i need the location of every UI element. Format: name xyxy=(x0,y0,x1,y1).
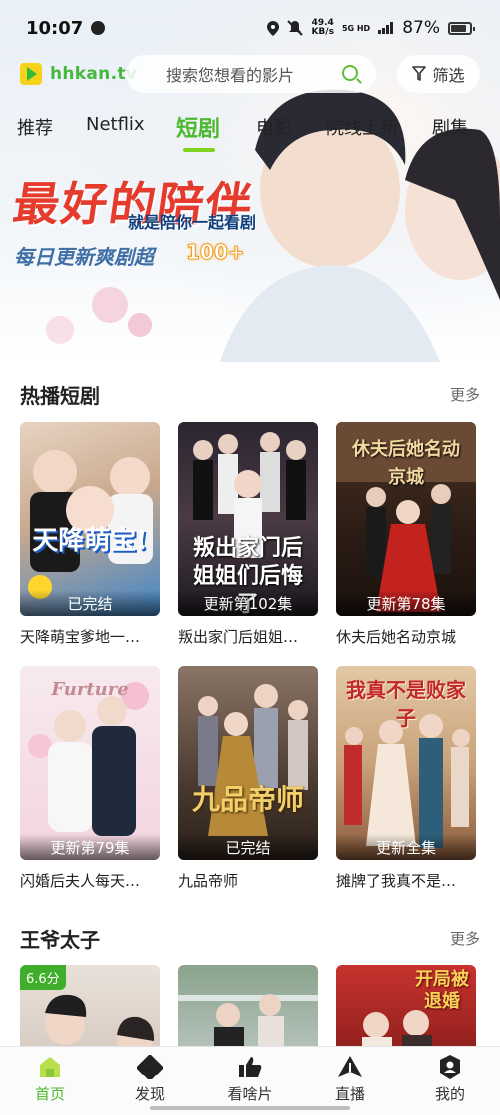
nav-home[interactable]: 首页 xyxy=(20,1055,80,1104)
drama-card[interactable]: Furture 更新第79集 闪婚后夫人每天… xyxy=(20,666,160,891)
search-input[interactable]: 搜索您想看的影片 xyxy=(126,55,376,93)
nav-what-to-watch[interactable]: 看啥片 xyxy=(220,1055,280,1104)
poster: Furture 更新第79集 xyxy=(20,666,160,860)
nav-discover[interactable]: 发现 xyxy=(120,1055,180,1104)
banner-daily-text: 每日更新爽剧超 xyxy=(14,245,154,269)
filter-icon xyxy=(412,66,427,81)
discover-icon xyxy=(137,1055,163,1079)
nav-label: 发现 xyxy=(134,1085,165,1103)
poster-caption: 我真不是败家子 xyxy=(346,678,466,730)
status-badge: 已完结 xyxy=(178,834,318,860)
section-title: 王爷太子 xyxy=(20,928,100,952)
timer-icon xyxy=(91,21,106,35)
thumbs-up-icon xyxy=(239,1057,262,1077)
mute-bell-icon xyxy=(287,20,304,36)
status-badge: 已完结 xyxy=(20,590,160,616)
poster xyxy=(178,965,318,1055)
filter-button[interactable]: 筛选 xyxy=(397,55,480,93)
poster: 我真不是败家子 更新全集 xyxy=(336,666,476,860)
signal-icon xyxy=(378,22,394,34)
tab-movie[interactable]: 电影 xyxy=(256,114,292,140)
logo-text: hhkan.tv xyxy=(50,64,138,84)
app-header: hhkan.tv 搜索您想看的影片 筛选 xyxy=(0,55,500,95)
drama-card[interactable]: 我真不是败家子 更新全集 摊牌了我真不是… xyxy=(336,666,476,891)
status-bar: 10:07 49.4 KB/s 5G HD 87% xyxy=(0,0,500,56)
more-link[interactable]: 更多 xyxy=(450,928,480,949)
tab-recommend[interactable]: 推荐 xyxy=(17,114,53,140)
filter-label: 筛选 xyxy=(432,66,465,85)
category-tabs: 推荐 Netflix 短剧 电影 院线上新 剧集 xyxy=(0,108,500,154)
card-title: 闪婚后夫人每天… xyxy=(20,872,141,890)
poster: 叛出家门后姐姐们后悔了 更新第102集 xyxy=(178,422,318,616)
nav-label: 看啥片 xyxy=(227,1085,273,1103)
nav-label: 我的 xyxy=(434,1085,465,1103)
search-icon xyxy=(342,65,358,81)
card-title: 九品帝师 xyxy=(178,872,239,890)
status-badge: 更新全集 xyxy=(336,834,476,860)
status-time: 10:07 xyxy=(26,17,84,39)
drama-card[interactable]: 6.6分 xyxy=(20,965,160,1055)
home-icon xyxy=(40,1057,60,1077)
poster: 天降萌宝! 已完结 xyxy=(20,422,160,616)
banner-count: 100+ xyxy=(186,240,245,265)
net-speed: 49.4 KB/s xyxy=(311,18,334,37)
status-right: 49.4 KB/s 5G HD 87% xyxy=(267,18,475,38)
nav-profile[interactable]: 我的 xyxy=(420,1055,480,1104)
card-title: 休夫后她名动京城 xyxy=(336,628,457,646)
profile-icon xyxy=(440,1055,460,1079)
tab-short-drama[interactable]: 短剧 xyxy=(176,111,220,143)
poster-caption: 天降萌宝! xyxy=(32,526,148,556)
network-badge: 5G HD xyxy=(341,23,371,33)
bottom-nav: 首页 发现 看啥片 直播 我的 xyxy=(0,1046,500,1115)
drama-card[interactable] xyxy=(178,965,318,1055)
nav-label: 直播 xyxy=(334,1085,365,1103)
card-title: 摊牌了我真不是… xyxy=(336,872,457,890)
section-header-prince: 王爷太子 更多 xyxy=(0,924,500,954)
drama-card[interactable]: 天降萌宝! 已完结 天降萌宝爹地一… xyxy=(20,422,160,647)
poster: 九品帝师 已完结 xyxy=(178,666,318,860)
location-icon xyxy=(267,20,280,36)
card-title: 天降萌宝爹地一… xyxy=(20,628,141,646)
section-header-hot-drama: 热播短剧 更多 xyxy=(0,380,500,410)
more-link[interactable]: 更多 xyxy=(450,384,480,405)
drama-card[interactable]: 叛出家门后姐姐们后悔了 更新第102集 叛出家门后姐姐… xyxy=(178,422,318,647)
poster-caption: 休夫后她名动京城 xyxy=(352,439,460,488)
status-badge: 更新第78集 xyxy=(336,590,476,616)
tab-series[interactable]: 剧集 xyxy=(432,114,468,140)
score-badge: 6.6分 xyxy=(20,965,66,990)
status-badge: 更新第79集 xyxy=(20,834,160,860)
nav-live[interactable]: 直播 xyxy=(320,1055,380,1104)
drama-card[interactable]: 休夫后她名动京城 更新第78集 休夫后她名动京城 xyxy=(336,422,476,647)
poster-caption: 九品帝师 xyxy=(191,783,304,816)
live-icon xyxy=(338,1056,362,1077)
home-indicator[interactable] xyxy=(150,1106,350,1110)
card-title: 叛出家门后姐姐… xyxy=(178,628,299,646)
poster-art xyxy=(28,450,153,599)
banner-subtitle: 就是陪你一起看剧 xyxy=(128,213,257,232)
logo-play-icon xyxy=(20,63,42,85)
poster: 开局被退婚 xyxy=(336,965,476,1055)
poster-art xyxy=(198,684,308,836)
poster: 6.6分 xyxy=(20,965,160,1055)
battery-percent: 87% xyxy=(402,18,440,38)
battery-icon xyxy=(448,21,475,35)
drama-card[interactable]: 九品帝师 已完结 九品帝师 xyxy=(178,666,318,891)
section-title: 热播短剧 xyxy=(20,384,100,408)
poster: 休夫后她名动京城 更新第78集 xyxy=(336,422,476,616)
drama-card[interactable]: 开局被退婚 xyxy=(336,965,476,1055)
tab-new-release[interactable]: 院线上新 xyxy=(326,114,398,140)
nav-label: 首页 xyxy=(34,1085,65,1103)
poster-art xyxy=(178,994,318,1055)
poster-caption: Furture xyxy=(51,679,129,700)
search-placeholder: 搜索您想看的影片 xyxy=(166,66,295,85)
tab-netflix[interactable]: Netflix xyxy=(86,114,145,135)
poster-caption: 开局被退婚 xyxy=(415,969,469,1012)
active-tab-indicator xyxy=(183,148,215,152)
app-logo[interactable]: hhkan.tv xyxy=(20,63,137,85)
status-badge: 更新第102集 xyxy=(178,590,318,616)
